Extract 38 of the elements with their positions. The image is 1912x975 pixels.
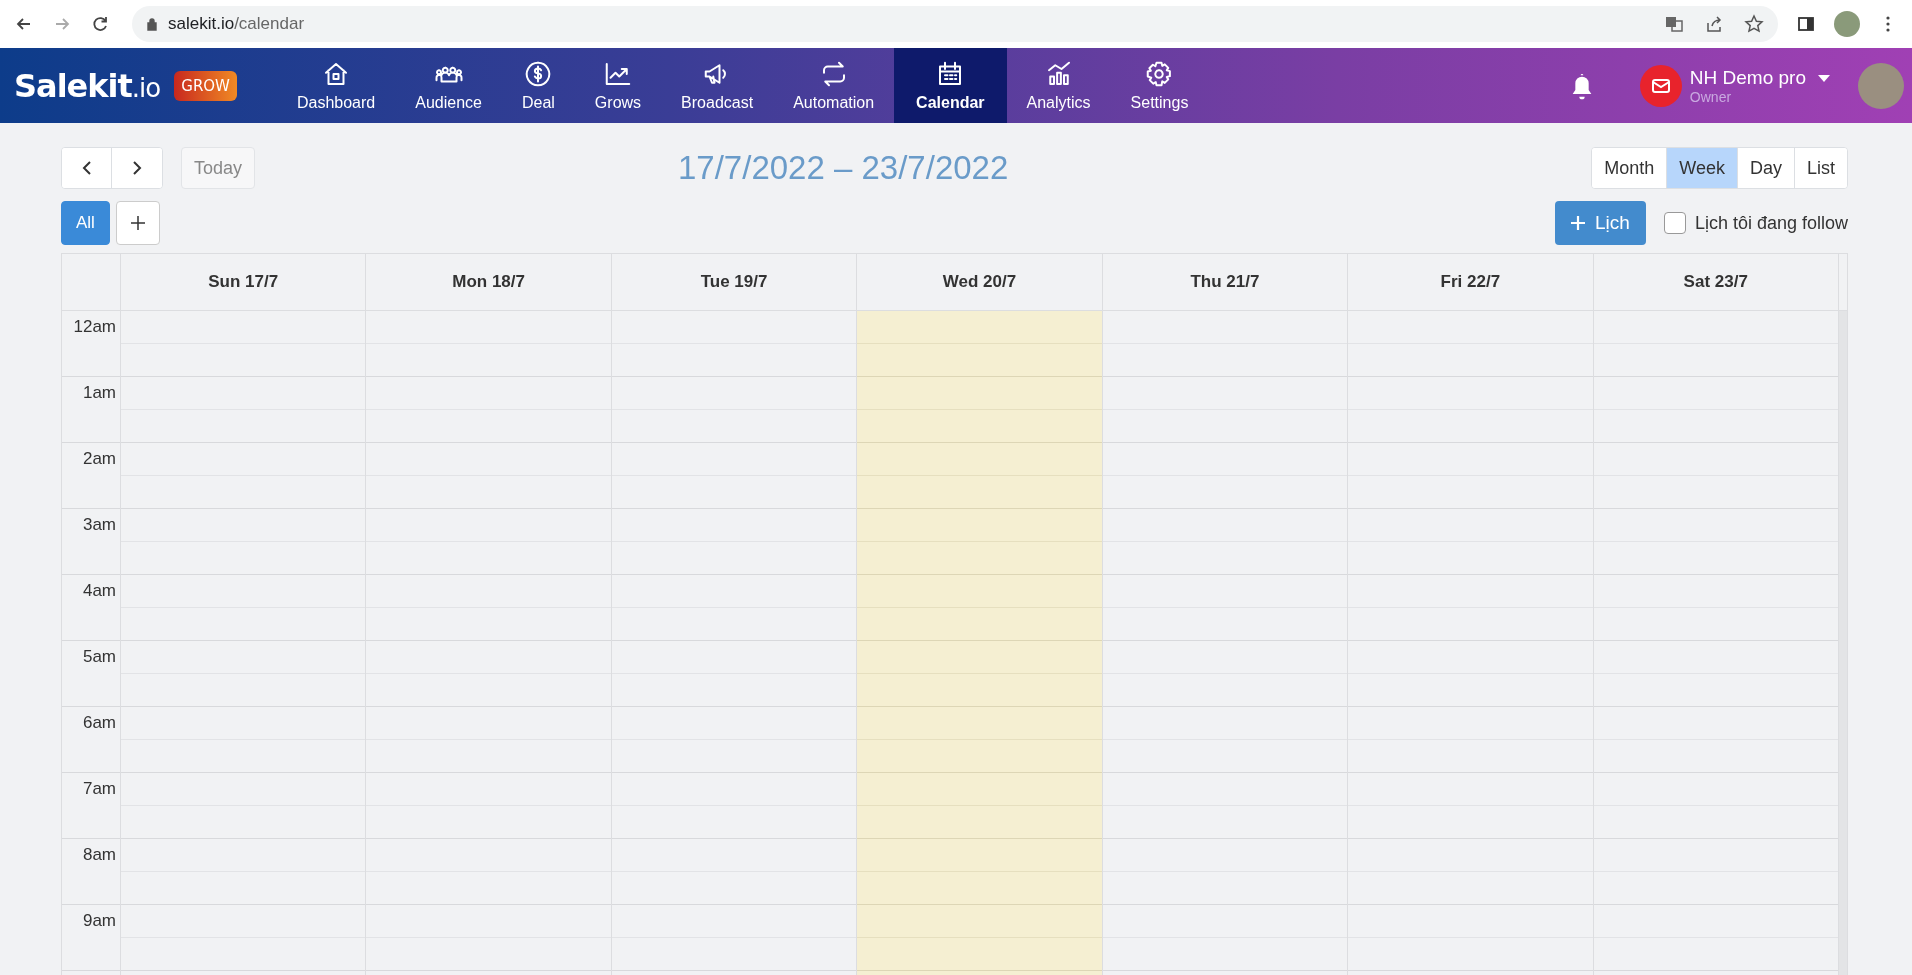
nav-item[interactable]: Dashboard	[276, 48, 396, 123]
hour-label: 9am	[82, 911, 116, 930]
day-header: Tue 19/7	[611, 254, 858, 310]
add-calendar-button[interactable]: Lịch	[1555, 201, 1646, 245]
hour-label: 5am	[82, 647, 116, 666]
day-header: Thu 21/7	[1102, 254, 1349, 310]
nav-item[interactable]: Settings	[1110, 48, 1209, 123]
plan-badge: GROW	[174, 70, 237, 101]
address-bar[interactable]: salekit.io/calendar	[132, 6, 1778, 42]
day-header: Mon 18/7	[366, 254, 612, 310]
salekit-logo[interactable]: Salekit.io	[14, 66, 161, 105]
day-header: Sat 23/7	[1593, 254, 1839, 310]
day-header: Wed 20/7	[857, 254, 1103, 310]
nav-item[interactable]: Grows	[574, 48, 662, 123]
hour-label: 4am	[82, 581, 116, 600]
hour-label: 7am	[82, 779, 116, 798]
nav-item[interactable]: Audience	[395, 48, 502, 123]
view-tab[interactable]: Week	[1667, 148, 1738, 188]
nav-item[interactable]: Analytics	[1006, 48, 1111, 123]
follow-label: Lịch tôi đang follow	[1694, 212, 1848, 234]
day-header: Sun 17/7	[121, 254, 367, 310]
url-text: salekit.io/calendar	[168, 14, 305, 34]
user-name[interactable]: NH Demo pro	[1689, 66, 1806, 89]
hour-label: 6am	[82, 713, 116, 732]
nav-item[interactable]: Broadcast	[661, 48, 774, 123]
hour-label: 2am	[82, 449, 116, 468]
view-tab[interactable]: Month	[1592, 148, 1668, 188]
nav-item[interactable]: Deal	[501, 48, 575, 123]
nav-item[interactable]: Automation	[773, 48, 895, 123]
hour-label: 12am	[73, 317, 116, 336]
day-header: Fri 22/7	[1348, 254, 1594, 310]
hour-label: 8am	[82, 845, 116, 864]
date-range-title: 17/7/2022 – 23/7/2022	[677, 149, 1010, 187]
hour-label: 3am	[82, 515, 116, 534]
hour-label: 1am	[82, 383, 116, 402]
nav-item[interactable]: Calendar	[894, 48, 1007, 123]
filter-button[interactable]: All	[61, 201, 110, 245]
user-role: Owner	[1689, 88, 1733, 105]
